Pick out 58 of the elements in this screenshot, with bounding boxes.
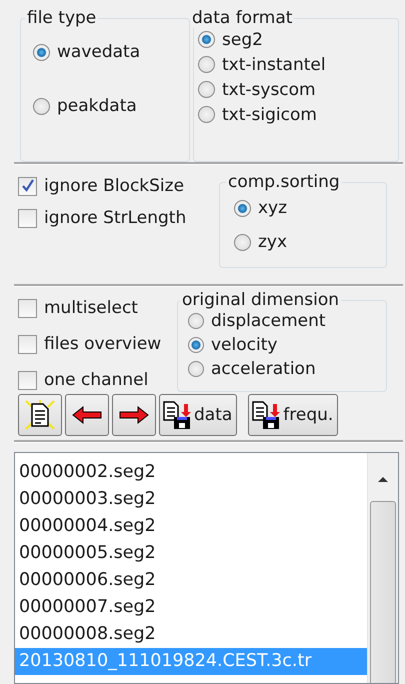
checkbox-label: files overview (44, 334, 162, 354)
radio-label: seg2 (222, 30, 263, 50)
radio-option[interactable]: peakdata (33, 94, 183, 118)
group-title: comp.sorting (227, 172, 341, 192)
group-title: data format (191, 8, 294, 28)
radio-button[interactable] (234, 234, 251, 250)
radio-label: txt-instantel (222, 54, 326, 74)
radio-button[interactable] (198, 56, 215, 73)
file-list-item[interactable]: 00000002.seg2 (15, 459, 367, 486)
file-list-item[interactable]: 00000004.seg2 (15, 513, 367, 540)
radio-label: xyz (258, 198, 288, 218)
radio-label: velocity (211, 335, 278, 355)
scroll-up-icon (377, 475, 389, 483)
file-list-item[interactable]: 00000008.seg2 (15, 621, 367, 648)
checkbox-label: one channel (44, 370, 148, 390)
checkbox[interactable] (18, 208, 37, 228)
radio-label: displacement (211, 311, 326, 331)
scroll-thumb[interactable] (370, 501, 396, 683)
right-arrow-icon (119, 405, 149, 425)
file-list-item[interactable]: 00000006.seg2 (15, 567, 367, 594)
next-button[interactable] (112, 394, 156, 436)
save-button[interactable]: frequ. (248, 394, 338, 436)
checkbox[interactable] (18, 176, 37, 196)
checkbox-label: multiselect (44, 298, 138, 318)
new-file-button[interactable] (18, 394, 62, 436)
group-title: original dimension (181, 290, 340, 310)
radio-option[interactable]: wavedata (33, 40, 183, 64)
file-list-item[interactable]: 00000007.seg2 (15, 594, 367, 621)
radio-label: zyx (258, 232, 288, 252)
document-disk-icon (162, 400, 192, 430)
checkbox-label: ignore BlockSize (44, 176, 184, 196)
radio-label: txt-syscom (222, 80, 316, 100)
radio-button[interactable] (198, 31, 215, 48)
save-button[interactable]: data (159, 394, 238, 436)
radio-button[interactable] (33, 98, 50, 114)
left-arrow-icon (72, 405, 102, 425)
radio-button[interactable] (198, 81, 215, 98)
radio-button[interactable] (234, 200, 251, 216)
radio-label: txt-sigicom (222, 104, 317, 124)
document-disk-icon (251, 400, 282, 430)
checkbox[interactable] (18, 334, 37, 354)
radio-button[interactable] (198, 106, 215, 123)
radio-button[interactable] (188, 313, 204, 329)
sparkling-document-icon (25, 400, 55, 430)
file-list-item[interactable]: 00000005.seg2 (15, 540, 367, 567)
radio-button[interactable] (188, 361, 204, 377)
group-title: file type (26, 8, 98, 28)
checkbox[interactable] (18, 370, 37, 390)
radio-label: acceleration (211, 359, 316, 379)
checkbox-label: ignore StrLength (44, 208, 186, 228)
previous-button[interactable] (65, 394, 109, 436)
file-list-item[interactable]: 00000003.seg2 (15, 486, 367, 513)
radio-button[interactable] (33, 44, 50, 60)
radio-button[interactable] (188, 337, 204, 353)
radio-label: wavedata (57, 42, 140, 62)
scrollbar[interactable] (367, 453, 398, 683)
checkbox[interactable] (18, 298, 37, 318)
radio-label: peakdata (57, 96, 137, 116)
